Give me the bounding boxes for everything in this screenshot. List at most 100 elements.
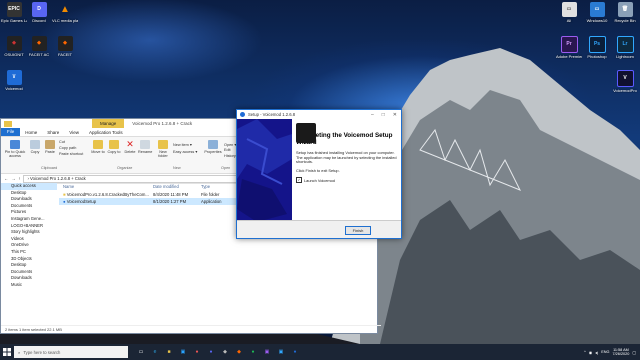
edit-button[interactable]: Edit bbox=[224, 148, 231, 152]
setup-titlebar[interactable]: Setup - Voicemod 1.2.6.8 – □ ✕ bbox=[237, 110, 401, 119]
nav-pc-documents[interactable]: Documents bbox=[1, 269, 57, 276]
task-view-icon[interactable]: ▭ bbox=[135, 346, 147, 358]
premiere-taskbar-icon[interactable]: ▣ bbox=[261, 346, 273, 358]
window-controls: – □ ✕ bbox=[371, 112, 401, 118]
desktop-icon-label: Ali bbox=[566, 18, 572, 23]
discord-taskbar-icon[interactable]: ● bbox=[205, 346, 217, 358]
desktop-icon-premiere[interactable]: Pr Adobe Premiere bbox=[556, 36, 582, 59]
folder-arrow-icon bbox=[93, 140, 103, 149]
tab-home[interactable]: Home bbox=[20, 130, 42, 135]
checkbox-box[interactable]: ✓ bbox=[296, 177, 302, 184]
pin-quick-access-button[interactable]: Pin to Quick access bbox=[4, 140, 26, 158]
desktop-icon-ali[interactable]: ▭ Ali bbox=[556, 2, 582, 23]
copy-path-button[interactable]: Copy path bbox=[59, 146, 76, 150]
copy-to-button[interactable]: Copy to bbox=[107, 140, 121, 154]
nav-instagram[interactable]: Instagram Gene... bbox=[1, 216, 57, 223]
clock-date: 7/26/2020 bbox=[612, 352, 630, 356]
nav-onedrive[interactable]: OneDrive bbox=[1, 242, 57, 249]
desktop-icon-photoshop[interactable]: Ps Photoshop bbox=[584, 36, 610, 59]
voicemod-taskbar-icon[interactable]: ● bbox=[289, 346, 301, 358]
nav-videos[interactable]: Videos bbox=[1, 236, 57, 243]
new-folder-button[interactable]: New folder bbox=[156, 140, 170, 158]
nav-documents[interactable]: Documents bbox=[1, 203, 57, 210]
tab-file[interactable]: File bbox=[1, 128, 21, 136]
rename-button[interactable]: Rename bbox=[138, 140, 152, 154]
clock[interactable]: 11:58 AM 7/26/2020 bbox=[613, 348, 630, 357]
setup-wizard-dialog[interactable]: Setup - Voicemod 1.2.6.8 – □ ✕ Completin… bbox=[236, 109, 402, 239]
column-date-modified[interactable]: Date modified bbox=[153, 183, 201, 191]
tab-share[interactable]: Share bbox=[42, 130, 64, 135]
start-button[interactable] bbox=[0, 344, 14, 360]
installer-box-icon bbox=[296, 123, 316, 143]
language-indicator[interactable]: ENG bbox=[601, 350, 609, 354]
column-name[interactable]: Name bbox=[59, 183, 153, 191]
properties-icon bbox=[208, 140, 218, 149]
tab-application-tools[interactable]: Application Tools bbox=[84, 130, 128, 135]
desktop-icon-label: Windows10 bbox=[586, 18, 608, 23]
launch-voicemod-checkbox[interactable]: ✓ Launch Voicemod bbox=[296, 177, 397, 184]
desktop-icon-epic-games[interactable]: EPIC Epic Games Launcher bbox=[1, 2, 27, 23]
forward-arrow-icon[interactable]: → bbox=[11, 176, 15, 181]
copy-button[interactable]: Copy bbox=[28, 140, 42, 154]
spotify-icon[interactable]: ● bbox=[247, 346, 259, 358]
desktop-icon-voicemod[interactable]: \/ Voicemod bbox=[1, 70, 27, 91]
maximize-icon[interactable]: □ bbox=[382, 112, 385, 118]
tray-arrow-icon[interactable]: ^ bbox=[584, 350, 586, 354]
file-explorer-icon[interactable]: ■ bbox=[163, 346, 175, 358]
desktop-icon-voicemodpro[interactable]: V VoicemodPro bbox=[612, 70, 638, 93]
folder-icon bbox=[4, 120, 12, 127]
paste-icon bbox=[45, 140, 55, 149]
open-button[interactable]: Open ▾ bbox=[224, 142, 236, 147]
nav-downloads[interactable]: Downloads bbox=[1, 196, 57, 203]
nav-pc-downloads[interactable]: Downloads bbox=[1, 275, 57, 282]
nav-logo-banner[interactable]: LOGO+BANNER bbox=[1, 223, 57, 230]
cut-button[interactable]: Cut bbox=[59, 140, 65, 144]
nav-desktop[interactable]: Desktop bbox=[1, 190, 57, 197]
nav-quick-access[interactable]: Quick access bbox=[1, 183, 57, 190]
chrome-icon[interactable]: ● bbox=[191, 346, 203, 358]
desktop-icon-recycle-bin[interactable]: 🗑 Recycle Bin bbox=[612, 2, 638, 23]
close-icon[interactable]: ✕ bbox=[393, 112, 397, 118]
desktop-icon-faceit[interactable]: ◆ FACEIT bbox=[52, 36, 78, 57]
paste-button[interactable]: Paste bbox=[43, 140, 57, 154]
easy-access-button[interactable]: Easy access ▾ bbox=[173, 149, 197, 154]
manage-context-tab[interactable]: Manage bbox=[92, 119, 125, 128]
nav-3d-objects[interactable]: 3D Objects bbox=[1, 256, 57, 263]
paste-shortcut-button[interactable]: Paste shortcut bbox=[59, 152, 83, 156]
back-arrow-icon[interactable]: ← bbox=[4, 176, 8, 181]
photoshop-taskbar-icon[interactable]: ▣ bbox=[275, 346, 287, 358]
row-name-text: VoicemodPro.v1.2.6.8.CrackedByTheCom... bbox=[66, 192, 149, 197]
desktop-icon-label: Voicemod bbox=[5, 86, 23, 91]
desktop-icon-vlc[interactable]: ▲ VLC media player bbox=[52, 2, 78, 24]
desktop-icon-osuignit[interactable]: ◆ OSUIGNIT bbox=[1, 36, 27, 57]
tab-view[interactable]: View bbox=[64, 130, 84, 135]
edge-icon[interactable]: e bbox=[149, 346, 161, 358]
folder-copy-icon bbox=[109, 140, 119, 149]
new-item-button[interactable]: New item ▾ bbox=[173, 142, 192, 147]
nav-pictures[interactable]: Pictures bbox=[1, 209, 57, 216]
notifications-icon[interactable]: ▢ bbox=[632, 350, 636, 355]
vlc-cone-icon: ▲ bbox=[60, 4, 70, 15]
taskbar-search-input[interactable]: ⌕ Type here to search bbox=[14, 346, 128, 358]
move-to-button[interactable]: Move to bbox=[91, 140, 105, 154]
network-icon[interactable]: ◉ bbox=[589, 350, 592, 355]
properties-button[interactable]: Properties bbox=[204, 140, 222, 154]
nav-story-highlights[interactable]: Story highlights bbox=[1, 229, 57, 236]
faceit-ac-icon: ◆ bbox=[31, 36, 47, 51]
history-button[interactable]: History bbox=[224, 154, 236, 158]
faceit-taskbar-icon[interactable]: ◆ bbox=[233, 346, 245, 358]
volume-icon[interactable]: ◂) bbox=[595, 350, 598, 355]
nav-this-pc[interactable]: This PC bbox=[1, 249, 57, 256]
delete-button[interactable]: ✕ Delete bbox=[123, 140, 137, 155]
minimize-icon[interactable]: – bbox=[371, 112, 374, 118]
app-icon[interactable]: ◆ bbox=[219, 346, 231, 358]
up-arrow-icon[interactable]: ↑ bbox=[18, 176, 20, 181]
desktop-icon-faceit-ac[interactable]: ◆ FACEIT AC bbox=[26, 36, 52, 57]
desktop-icon-discord[interactable]: D Discord bbox=[26, 2, 52, 23]
finish-button[interactable]: Finish bbox=[345, 226, 371, 235]
nav-pc-desktop[interactable]: Desktop bbox=[1, 262, 57, 269]
nav-music[interactable]: Music bbox=[1, 282, 57, 289]
desktop-icon-lightroom[interactable]: Lr Lightroom bbox=[612, 36, 638, 59]
store-icon[interactable]: ▣ bbox=[177, 346, 189, 358]
desktop-icon-windows10[interactable]: ▭ Windows10 bbox=[584, 2, 610, 23]
